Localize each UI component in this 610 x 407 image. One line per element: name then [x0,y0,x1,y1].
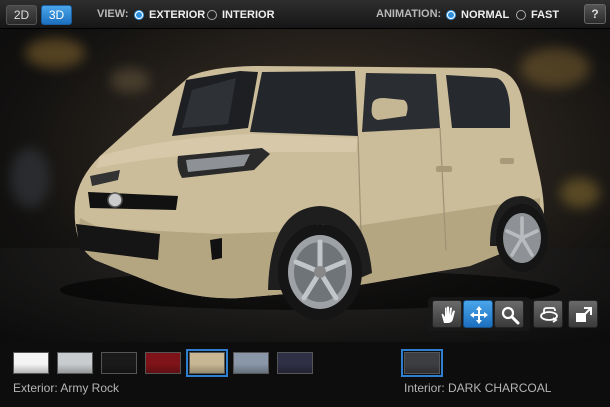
animation-label: ANIMATION: [376,8,442,20]
exterior-swatch-5[interactable] [186,349,228,377]
car-configurator: 2D 3D VIEW: EXTERIOR INTERIOR ANIMATION:… [0,0,610,407]
animation-normal-radio[interactable] [446,10,456,20]
color-panel: Exterior: Army Rock Interior: DARK CHARC… [0,342,610,407]
mode-2d-button[interactable]: 2D [6,5,37,25]
expand-icon [576,307,592,322]
view-label: VIEW: [97,8,129,20]
animation-normal-label: NORMAL [461,9,510,21]
mode-3d-button[interactable]: 3D [41,5,72,25]
move-button[interactable] [463,300,493,328]
help-button[interactable]: ? [584,4,606,24]
view-exterior-label: EXTERIOR [149,9,206,21]
exterior-swatch-7[interactable] [277,352,313,374]
exterior-swatch-6[interactable] [233,352,269,374]
rotate-360-icon [540,307,558,323]
exterior-swatch-4[interactable] [145,352,181,374]
exterior-swatch-2[interactable] [57,352,93,374]
car-3d-viewport[interactable] [0,28,610,342]
pan-button[interactable] [432,300,462,328]
view-exterior-option[interactable]: EXTERIOR [134,7,205,23]
interior-swatch-1[interactable] [401,349,443,377]
rotate-360-button[interactable] [533,300,563,328]
view-interior-label: INTERIOR [222,9,275,21]
exterior-caption: Exterior: Army Rock [13,381,120,395]
zoom-icon [501,306,520,325]
animation-fast-option[interactable]: FAST [516,7,559,23]
car-image [60,66,560,320]
animation-normal-option[interactable]: NORMAL [446,7,509,23]
view-interior-radio[interactable] [207,10,217,20]
top-bar: 2D 3D VIEW: EXTERIOR INTERIOR ANIMATION:… [0,0,610,29]
hand-icon [441,306,455,323]
animation-fast-label: FAST [531,9,560,21]
fullscreen-button[interactable] [568,300,598,328]
view-interior-option[interactable]: INTERIOR [207,7,275,23]
interior-caption: Interior: DARK CHARCOAL [404,381,552,395]
animation-fast-radio[interactable] [516,10,526,20]
exterior-swatch-1[interactable] [13,352,49,374]
exterior-swatch-3[interactable] [101,352,137,374]
view-exterior-radio[interactable] [134,10,144,20]
move-icon [470,306,488,324]
zoom-button[interactable] [494,300,524,328]
